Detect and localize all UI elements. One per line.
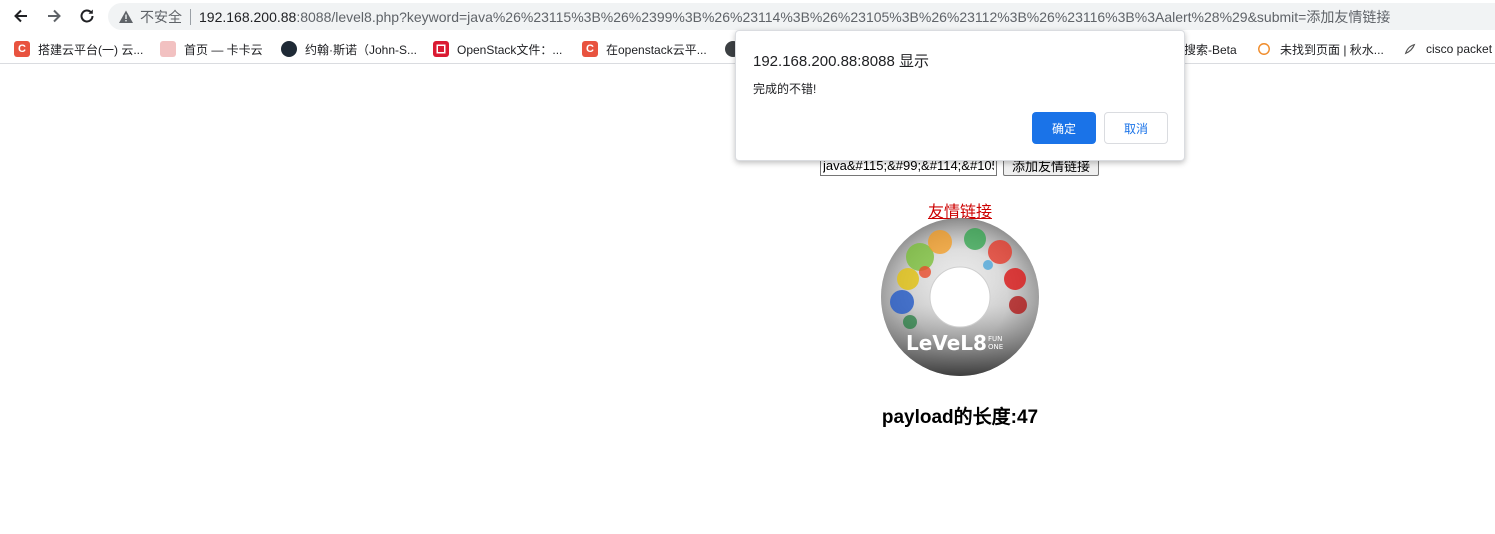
alert-dialog: 192.168.200.88:8088 显示 完成的不错! 确定 取消 bbox=[735, 30, 1185, 161]
disc-title: LeVeL8 bbox=[906, 331, 987, 355]
bookmark-item[interactable]: 首页 — 卡卡云 bbox=[160, 39, 263, 59]
bookmark-label: 搜索-Beta bbox=[1184, 42, 1237, 57]
bookmark-label: 在openstack云平... bbox=[606, 42, 707, 57]
disc-small-text-2: ONE bbox=[988, 343, 1003, 351]
dark-circle-icon bbox=[281, 41, 297, 57]
browser-toolbar: 不安全 192.168.200.88:8088/level8.php?keywo… bbox=[0, 0, 1495, 33]
cat-icon bbox=[160, 41, 176, 57]
dialog-title: 192.168.200.88:8088 显示 bbox=[753, 53, 929, 70]
c-red-icon: C bbox=[14, 41, 30, 57]
bookmark-item[interactable]: 搜索-Beta bbox=[1184, 39, 1237, 59]
reload-icon bbox=[80, 9, 94, 23]
bookmark-item[interactable]: 约翰·斯诺（John-S... bbox=[281, 39, 417, 59]
friend-link-row: 友情链接 bbox=[0, 198, 1495, 222]
back-arrow-icon bbox=[14, 9, 27, 23]
bookmark-label: 首页 — 卡卡云 bbox=[184, 42, 263, 57]
warning-icon[interactable] bbox=[118, 9, 134, 25]
bookmark-item[interactable]: C 在openstack云平... bbox=[582, 39, 707, 59]
address-bar[interactable]: 不安全 192.168.200.88:8088/level8.php?keywo… bbox=[108, 3, 1495, 30]
bookmark-label: 约翰·斯诺（John-S... bbox=[305, 42, 418, 57]
bookmark-label: 搭建云平台(一) 云... bbox=[38, 42, 144, 57]
orange-ring-icon bbox=[1256, 41, 1272, 57]
omnibox-divider bbox=[190, 8, 191, 25]
url-path: :8088/level8.php?keyword=java%26%23115%3… bbox=[296, 8, 1391, 25]
back-button[interactable] bbox=[9, 4, 33, 28]
level8-disc-image: LeVeL8 FUN ONE bbox=[881, 218, 1039, 376]
security-label[interactable]: 不安全 bbox=[140, 7, 182, 27]
c-red-icon: C bbox=[582, 41, 598, 57]
forward-button[interactable] bbox=[42, 4, 66, 28]
feather-icon bbox=[1402, 41, 1418, 57]
bookmark-label: 未找到页面 | 秋水... bbox=[1280, 42, 1384, 57]
bookmark-item[interactable]: C 搭建云平台(一) 云... bbox=[14, 39, 143, 59]
bookmark-item[interactable]: OpenStack文件：... bbox=[433, 39, 562, 59]
bookmark-label: OpenStack文件：... bbox=[457, 42, 563, 57]
cancel-button[interactable]: 取消 bbox=[1104, 112, 1168, 144]
ok-button[interactable]: 确定 bbox=[1032, 112, 1096, 144]
bookmark-label: cisco packet bbox=[1426, 42, 1493, 56]
disc-small-text: FUN bbox=[988, 335, 1002, 343]
forward-arrow-icon bbox=[48, 9, 61, 23]
openstack-icon bbox=[433, 41, 449, 57]
payload-length: payload的长度:47 bbox=[881, 407, 1039, 428]
bookmark-item[interactable]: 未找到页面 | 秋水... bbox=[1256, 39, 1384, 59]
url-host: 192.168.200.88 bbox=[199, 8, 297, 25]
bookmark-item[interactable]: cisco packet bbox=[1402, 39, 1492, 59]
dialog-message: 完成的不错! bbox=[753, 82, 817, 96]
reload-button[interactable] bbox=[75, 4, 99, 28]
